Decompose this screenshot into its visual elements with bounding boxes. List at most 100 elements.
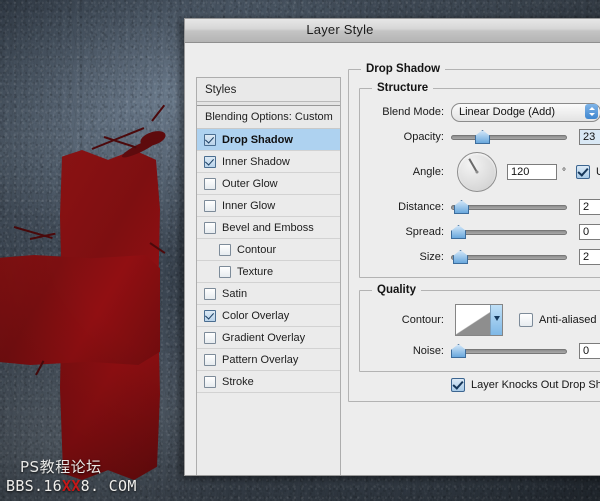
distance-input[interactable]: [579, 199, 600, 215]
spread-slider-track: [451, 229, 567, 235]
watermark-chinese-text: PS教程论坛: [20, 458, 102, 477]
dialog-title: Layer Style: [306, 22, 374, 37]
angle-unit: °: [562, 166, 566, 178]
distance-label: Distance:: [398, 201, 444, 213]
effect-row-texture[interactable]: Texture: [197, 261, 340, 283]
effect-row-stroke[interactable]: Stroke: [197, 371, 340, 393]
size-slider[interactable]: [451, 250, 567, 264]
effect-checkbox-satin[interactable]: [204, 287, 216, 300]
effect-row-satin[interactable]: Satin: [197, 283, 340, 305]
size-slider-track: [451, 254, 567, 260]
use-global-light-checkbox[interactable]: [576, 165, 590, 179]
spread-input[interactable]: [579, 224, 600, 240]
effect-row-contour[interactable]: Contour: [197, 239, 340, 261]
size-input[interactable]: [579, 249, 600, 265]
size-row: Size: px: [370, 246, 600, 268]
effect-row-gradient-overlay[interactable]: Gradient Overlay: [197, 327, 340, 349]
effect-label: Pattern Overlay: [222, 353, 299, 366]
effect-checkbox-outer-glow[interactable]: [204, 177, 216, 190]
effect-checkbox-pattern-overlay[interactable]: [204, 353, 216, 366]
effect-checkbox-inner-shadow[interactable]: [204, 155, 216, 168]
styles-panel-header[interactable]: Styles: [197, 78, 340, 102]
distance-row: Distance: px: [370, 196, 600, 218]
opacity-row: Opacity: %: [370, 126, 600, 148]
effect-label: Satin: [222, 287, 248, 300]
blending-options-row[interactable]: Blending Options: Custom: [197, 106, 340, 129]
effect-row-color-overlay[interactable]: Color Overlay: [197, 305, 340, 327]
opacity-slider[interactable]: [451, 130, 567, 144]
noise-label: Noise:: [412, 345, 444, 357]
effect-label: Inner Shadow: [222, 155, 290, 168]
spread-row: Spread: %: [370, 221, 600, 243]
angle-row: Angle: ° Use Global Li: [370, 151, 600, 193]
effect-row-outer-glow[interactable]: Outer Glow: [197, 173, 340, 195]
effect-label: Contour: [237, 243, 277, 256]
effect-label: Texture: [237, 265, 274, 278]
blend-mode-row: Blend Mode: NormalDissolveMultiplyColor …: [370, 101, 600, 123]
watermark-url-red: XX: [62, 476, 81, 495]
noise-slider[interactable]: [451, 344, 567, 358]
dialog-body: Styles Blending Options: Custom Drop Sha…: [185, 43, 600, 475]
layer-knocks-out-checkbox[interactable]: [451, 378, 465, 392]
effect-label: Gradient Overlay: [222, 331, 306, 344]
use-global-light-label: Use Global Li: [596, 166, 600, 178]
distance-slider-thumb[interactable]: [454, 200, 469, 214]
spread-label: Spread:: [405, 226, 444, 238]
noise-input[interactable]: [579, 343, 600, 359]
dialog-titlebar[interactable]: Layer Style: [185, 19, 600, 43]
spread-slider-thumb[interactable]: [451, 225, 466, 239]
angle-dial-center: [475, 170, 479, 174]
angle-input[interactable]: [507, 164, 557, 180]
contour-preset-swatch[interactable]: [455, 304, 503, 336]
contour-label: Contour:: [401, 314, 444, 326]
layer-style-dialog: Layer Style Styles Blending Options: Cus…: [184, 18, 600, 476]
styles-list-panel: Styles Blending Options: Custom Drop Sha…: [196, 77, 341, 475]
effect-label: Stroke: [222, 375, 254, 388]
effect-row-inner-shadow[interactable]: Inner Shadow: [197, 151, 340, 173]
spread-slider[interactable]: [451, 225, 567, 239]
watermark-url-text: BBS.16XX8. COM: [6, 477, 137, 495]
effect-label: Bevel and Emboss: [222, 221, 314, 234]
effect-checkbox-color-overlay[interactable]: [204, 309, 216, 322]
effect-row-bevel-and-emboss[interactable]: Bevel and Emboss: [197, 217, 340, 239]
drop-shadow-group-label: Drop Shadow: [366, 63, 441, 75]
structure-group: Structure Blend Mode: NormalDissolveMult…: [359, 82, 600, 278]
effect-checkbox-drop-shadow[interactable]: [204, 133, 216, 146]
effect-row-drop-shadow[interactable]: Drop Shadow: [197, 129, 340, 151]
effect-checkbox-inner-glow[interactable]: [204, 199, 216, 212]
effect-checkbox-contour[interactable]: [219, 243, 231, 256]
effect-row-pattern-overlay[interactable]: Pattern Overlay: [197, 349, 340, 371]
watermark: PS教程论坛 BBS.16XX8. COM: [6, 458, 137, 495]
effect-checkbox-stroke[interactable]: [204, 375, 216, 388]
watermark-url-prefix: BBS.16: [6, 476, 62, 495]
anti-aliased-label: Anti-aliased: [539, 314, 597, 326]
watermark-url-suffix: 8. COM: [80, 476, 137, 495]
distance-slider[interactable]: [451, 200, 567, 214]
structure-group-label: Structure: [377, 82, 429, 94]
effect-label: Outer Glow: [222, 177, 278, 190]
angle-dial[interactable]: [457, 152, 497, 192]
quality-group-label: Quality: [377, 284, 416, 296]
effect-row-inner-glow[interactable]: Inner Glow: [197, 195, 340, 217]
blend-mode-select-wrap: NormalDissolveMultiplyColor BurnLinear B…: [451, 102, 600, 122]
opacity-input[interactable]: [579, 129, 600, 145]
size-slider-thumb[interactable]: [453, 250, 468, 264]
blend-mode-label: Blend Mode:: [382, 106, 444, 118]
effects-list: Drop Shadow Inner Shadow Outer Glow Inner G…: [197, 129, 340, 393]
effect-checkbox-gradient-overlay[interactable]: [204, 331, 216, 344]
blend-mode-select[interactable]: NormalDissolveMultiplyColor BurnLinear B…: [451, 102, 600, 122]
noise-slider-thumb[interactable]: [451, 344, 466, 358]
opacity-slider-thumb[interactable]: [475, 130, 490, 144]
opacity-slider-track: [451, 134, 567, 140]
drop-shadow-group: Drop Shadow Structure Blend Mode: Normal…: [348, 63, 600, 402]
quality-group: Quality Contour: Anti-aliased Noise: 0: [359, 284, 600, 372]
effect-label: Drop Shadow: [222, 133, 293, 146]
anti-aliased-checkbox[interactable]: [519, 313, 533, 327]
effect-checkbox-texture[interactable]: [219, 265, 231, 278]
noise-slider-track: [451, 348, 567, 354]
effect-checkbox-bevel-and-emboss[interactable]: [204, 221, 216, 234]
contour-dropdown-arrow-icon[interactable]: [490, 305, 502, 335]
layer-knocks-out-label: Layer Knocks Out Drop Shadow: [471, 379, 600, 391]
drop-shadow-settings-panel: Drop Shadow Structure Blend Mode: Normal…: [348, 63, 600, 465]
size-label: Size:: [419, 251, 444, 263]
